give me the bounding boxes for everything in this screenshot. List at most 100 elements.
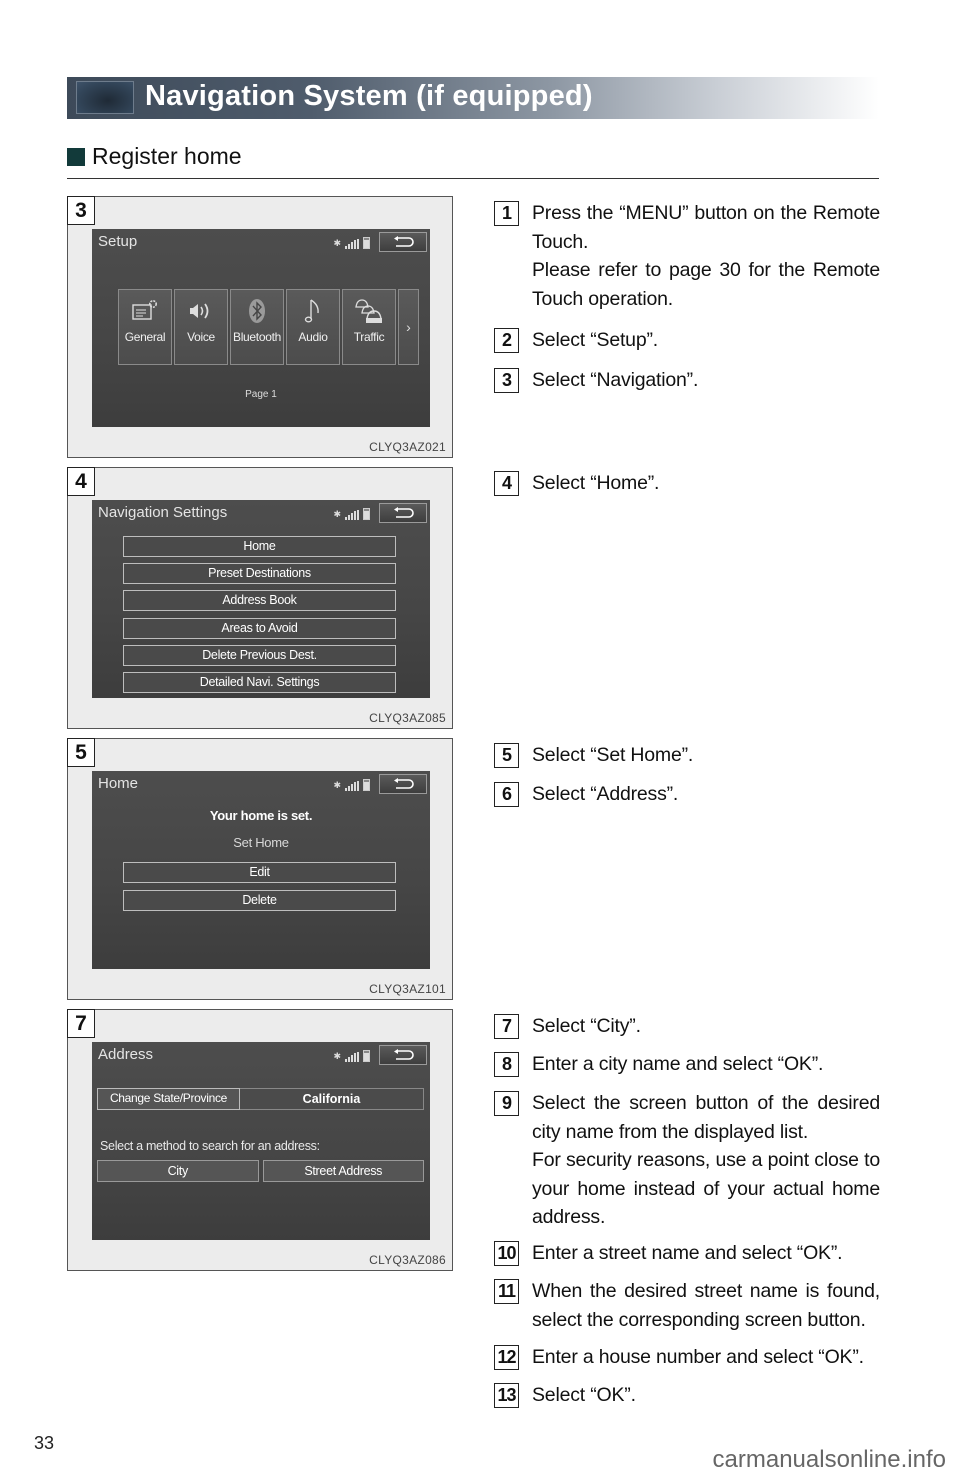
section-bullet-icon bbox=[67, 148, 85, 166]
step-text: Select “OK”. bbox=[532, 1384, 636, 1406]
step-item: 10 Enter a street name and select “OK”. bbox=[494, 1239, 880, 1268]
screen-navigation-settings: Navigation Settings ✱ Home Preset Destin… bbox=[92, 500, 430, 698]
chapter-title: Navigation System (if equipped) bbox=[145, 80, 593, 112]
figure-number: 5 bbox=[67, 738, 95, 767]
street-address-button[interactable]: Street Address bbox=[262, 1160, 424, 1182]
step-item: 7 Select “City”. bbox=[494, 1012, 880, 1041]
chapter-thumbnail bbox=[76, 81, 134, 114]
change-state-button[interactable]: Change State/Province bbox=[97, 1088, 240, 1110]
step-item: 6 Select “Address”. bbox=[494, 780, 880, 809]
city-button[interactable]: City bbox=[97, 1160, 259, 1182]
menu-delete-previous-dest[interactable]: Delete Previous Dest. bbox=[123, 645, 396, 666]
status-icons: ✱ bbox=[333, 506, 370, 520]
step-text: Press the “MENU” button on the Remote To… bbox=[532, 202, 880, 253]
step-text: Select “Setup”. bbox=[532, 329, 658, 351]
section-heading: Register home bbox=[67, 143, 879, 179]
back-button[interactable] bbox=[379, 503, 427, 523]
figure-navigation-settings-screen: 4 Navigation Settings ✱ Home Preset Dest… bbox=[67, 467, 453, 729]
tile-label: General bbox=[124, 330, 166, 344]
back-arrow-icon bbox=[394, 507, 414, 518]
figure-address-screen: 7 Address ✱ Change State/Province Califo… bbox=[67, 1009, 453, 1271]
step-number: 13 bbox=[494, 1383, 519, 1408]
step-text: Enter a city name and select “OK”. bbox=[532, 1053, 824, 1075]
back-button[interactable] bbox=[379, 774, 427, 794]
step-text: Select “Address”. bbox=[532, 783, 679, 805]
back-arrow-icon bbox=[394, 1049, 414, 1060]
step-item: 13 Select “OK”. bbox=[494, 1381, 880, 1410]
step-item: 11 When the desired street name is found… bbox=[494, 1277, 880, 1334]
page-number: 33 bbox=[34, 1433, 55, 1453]
menu-preset-destinations[interactable]: Preset Destinations bbox=[123, 563, 396, 584]
step-number: 6 bbox=[494, 782, 519, 807]
step-note: Please refer to page 30 for the Remote T… bbox=[532, 259, 880, 310]
step-item: 12 Enter a house number and select “OK”. bbox=[494, 1343, 880, 1372]
step-text: Enter a house number and select “OK”. bbox=[532, 1346, 864, 1368]
step-text: Select the screen button of the desired … bbox=[532, 1092, 880, 1143]
step-item: 4 Select “Home”. bbox=[494, 469, 880, 498]
next-page-button[interactable]: › bbox=[398, 289, 419, 365]
menu-detailed-navi-settings[interactable]: Detailed Navi. Settings bbox=[123, 672, 396, 693]
search-method-prompt: Select a method to search for an address… bbox=[100, 1139, 320, 1153]
tile-audio[interactable]: Audio bbox=[286, 289, 340, 365]
screen-title: Home bbox=[98, 775, 139, 792]
tile-label: Traffic bbox=[353, 330, 385, 344]
tile-general[interactable]: General bbox=[118, 289, 172, 365]
step-item: 9 Select the screen button of the desire… bbox=[494, 1089, 880, 1232]
figure-code: CLYQ3AZ101 bbox=[369, 982, 446, 996]
screen-title: Setup bbox=[98, 233, 138, 250]
delete-button[interactable]: Delete bbox=[123, 890, 396, 911]
figure-number: 7 bbox=[67, 1009, 95, 1038]
back-arrow-icon bbox=[394, 236, 414, 247]
step-number: 2 bbox=[494, 328, 519, 353]
screen-title: Address bbox=[98, 1046, 154, 1063]
battery-icon bbox=[363, 779, 370, 791]
figure-home-screen: 5 Home ✱ Your home is set. Set Home Edit… bbox=[67, 738, 453, 1000]
figure-setup-screen: 3 Setup ✱ General Voice Bluetooth Audio … bbox=[67, 196, 453, 458]
back-button[interactable] bbox=[379, 1045, 427, 1065]
bluetooth-status-icon: ✱ bbox=[333, 238, 341, 248]
menu-home[interactable]: Home bbox=[123, 536, 396, 557]
signal-strength-icon bbox=[345, 1052, 359, 1062]
step-text: When the desired street name is found, s… bbox=[532, 1280, 880, 1331]
step-number: 9 bbox=[494, 1091, 519, 1116]
edit-button[interactable]: Edit bbox=[123, 862, 396, 883]
tile-traffic[interactable]: Traffic bbox=[342, 289, 396, 365]
step-number: 10 bbox=[494, 1241, 519, 1266]
general-settings-icon bbox=[131, 296, 159, 326]
menu-address-book[interactable]: Address Book bbox=[123, 590, 396, 611]
status-icons: ✱ bbox=[333, 235, 370, 249]
screen-home: Home ✱ Your home is set. Set Home Edit D… bbox=[92, 771, 430, 969]
step-number: 4 bbox=[494, 471, 519, 496]
bluetooth-status-icon: ✱ bbox=[333, 780, 341, 790]
step-text: Select “Home”. bbox=[532, 472, 660, 494]
search-methods: City Street Address bbox=[97, 1160, 424, 1182]
page-indicator: Page 1 bbox=[245, 389, 277, 400]
watermark: carmanualsonline.info bbox=[712, 1446, 946, 1473]
step-number: 12 bbox=[494, 1345, 519, 1370]
figure-code: CLYQ3AZ021 bbox=[369, 440, 446, 454]
step-number: 8 bbox=[494, 1052, 519, 1077]
set-home-label: Set Home bbox=[233, 835, 289, 850]
tile-voice[interactable]: Voice bbox=[174, 289, 228, 365]
step-number: 11 bbox=[494, 1279, 519, 1304]
step-item: 2 Select “Setup”. bbox=[494, 326, 880, 355]
bluetooth-icon bbox=[247, 296, 267, 326]
menu-areas-to-avoid[interactable]: Areas to Avoid bbox=[123, 618, 396, 639]
back-button[interactable] bbox=[379, 232, 427, 252]
step-item: 5 Select “Set Home”. bbox=[494, 741, 880, 770]
step-item: 3 Select “Navigation”. bbox=[494, 366, 880, 395]
battery-icon bbox=[363, 508, 370, 520]
setup-tiles: General Voice Bluetooth Audio Traffic › bbox=[118, 289, 419, 365]
chapter-header: Navigation System (if equipped) bbox=[67, 77, 879, 119]
bluetooth-status-icon: ✱ bbox=[333, 1051, 341, 1061]
tile-label: Bluetooth bbox=[232, 330, 281, 344]
traffic-cars-icon bbox=[354, 296, 384, 326]
signal-strength-icon bbox=[345, 510, 359, 520]
signal-strength-icon bbox=[345, 239, 359, 249]
signal-strength-icon bbox=[345, 781, 359, 791]
state-value: California bbox=[240, 1088, 424, 1110]
step-text: Enter a street name and select “OK”. bbox=[532, 1242, 843, 1264]
step-number: 1 bbox=[494, 201, 519, 226]
tile-bluetooth[interactable]: Bluetooth bbox=[230, 289, 284, 365]
home-set-message: Your home is set. bbox=[209, 808, 313, 823]
